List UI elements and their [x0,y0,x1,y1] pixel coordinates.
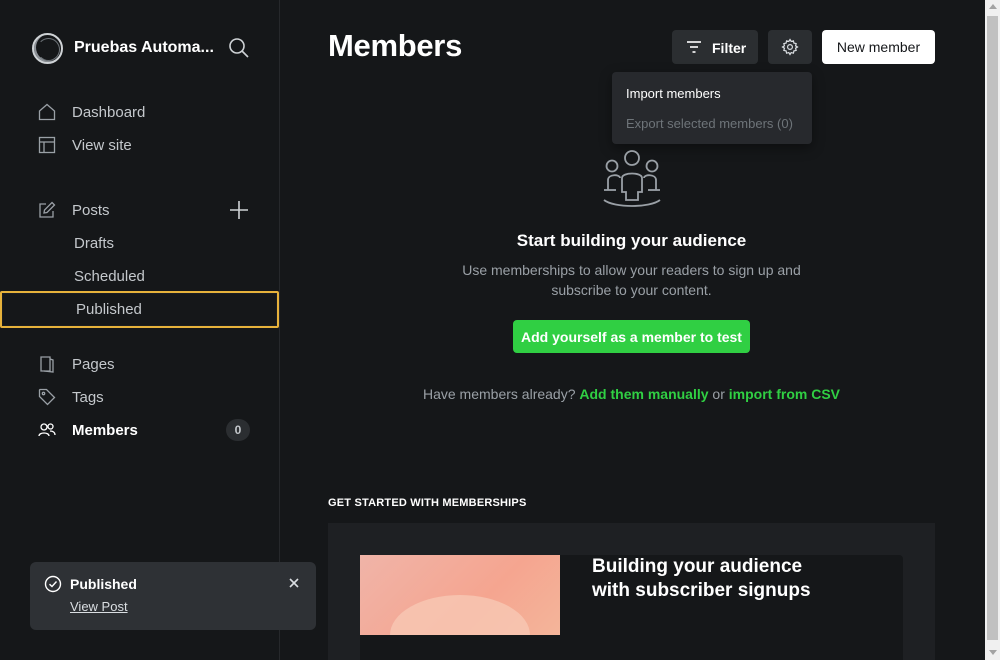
sidebar-item-label: Published [76,301,142,318]
export-members-item: Export selected members (0) [626,116,793,131]
gear-icon [781,38,799,56]
scrollbar-thumb[interactable] [987,16,998,640]
filter-icon [687,41,701,53]
sidebar-item-label: Members [72,421,138,439]
sidebar-item-label: Posts [72,201,110,219]
sidebar-item-label: Pages [72,355,115,373]
sidebar-item-published[interactable]: Published [0,291,279,328]
home-icon [38,103,56,121]
have-members-prefix: Have members already? [422,386,576,402]
scrollbar[interactable] [985,0,1000,660]
sidebar-item-drafts[interactable]: Drafts [0,228,279,258]
site-logo[interactable] [32,32,63,64]
have-members-line: Have members already? Add them manually … [328,386,935,402]
sidebar-item-label: Scheduled [74,267,145,285]
filter-label: Filter [712,40,747,56]
sidebar-item-members[interactable]: Members 0 [0,415,279,445]
sidebar-item-tags[interactable]: Tags [0,382,279,412]
card-image-shape [390,595,530,635]
sidebar: Pruebas Automa... Dashboard View site Po… [0,0,316,660]
import-members-item[interactable]: Import members [626,86,721,101]
sidebar-item-view-site[interactable]: View site [0,130,279,160]
sidebar-item-dashboard[interactable]: Dashboard [0,97,279,127]
pages-icon [40,356,54,373]
site-title[interactable]: Pruebas Automa... [74,39,214,57]
layout-icon [38,136,56,154]
search-icon[interactable] [228,37,250,59]
view-post-link[interactable]: View Post [70,599,128,614]
settings-button[interactable] [768,30,812,64]
add-self-member-button[interactable]: Add yourself as a member to test [513,320,750,353]
published-toast: Published View Post [30,562,316,630]
filter-button[interactable]: Filter [672,30,758,64]
edit-icon [39,201,56,218]
sidebar-item-label: View site [72,136,132,154]
toast-title: Published [70,576,137,592]
card-image [360,555,560,635]
page-title: Members [328,28,463,63]
import-csv-link[interactable]: import from CSV [729,386,840,402]
card-title: Building your audience with subscriber s… [592,556,811,601]
sidebar-item-posts[interactable]: Posts [0,195,279,225]
sidebar-item-pages[interactable]: Pages [0,349,279,379]
plus-icon[interactable] [228,199,250,221]
empty-state-description: Use memberships to allow your readers to… [462,262,801,298]
scroll-down-arrow-icon[interactable] [989,650,997,655]
new-member-button[interactable]: New member [822,30,935,64]
scroll-up-arrow-icon[interactable] [989,4,997,9]
members-actions-dropdown: Import members Export selected members (… [612,72,812,144]
members-group-icon [603,150,661,207]
get-started-section: Building your audience with subscriber s… [328,523,935,660]
site-header: Pruebas Automa... [32,32,250,64]
get-started-heading: GET STARTED WITH MEMBERSHIPS [328,497,527,509]
close-icon[interactable] [288,577,300,589]
members-icon [38,423,56,437]
sidebar-item-label: Dashboard [72,103,146,121]
sidebar-item-label: Tags [72,388,104,406]
members-count-badge: 0 [226,419,250,441]
check-circle-icon [44,575,62,593]
tag-icon [38,388,56,406]
sidebar-item-scheduled[interactable]: Scheduled [0,261,279,291]
or-text: or [712,386,725,402]
empty-state-title: Start building your audience [516,231,747,250]
add-manually-link[interactable]: Add them manually [579,386,708,402]
sidebar-item-label: Drafts [74,234,115,252]
